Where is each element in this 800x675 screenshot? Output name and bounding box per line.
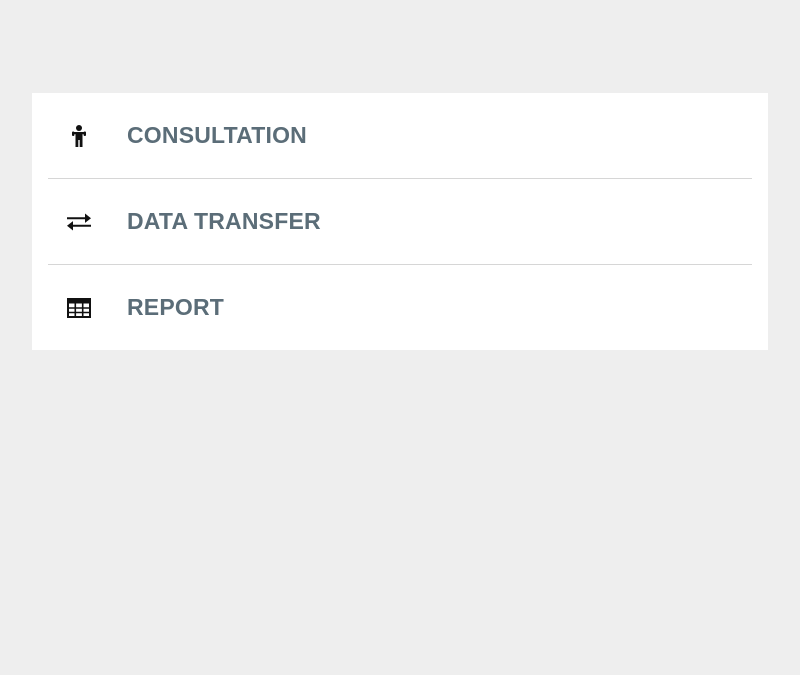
- menu-item-report[interactable]: REPORT: [32, 265, 768, 350]
- menu-item-consultation[interactable]: CONSULTATION: [32, 93, 768, 178]
- menu-item-label: CONSULTATION: [127, 122, 307, 148]
- table-icon: [64, 293, 94, 323]
- person-icon: [64, 121, 94, 151]
- menu-card: CONSULTATION DATA TRANSFER REPORT: [32, 93, 768, 350]
- menu-item-label: DATA TRANSFER: [127, 208, 321, 234]
- menu-item-data-transfer[interactable]: DATA TRANSFER: [32, 179, 768, 264]
- swap-arrows-icon: [64, 207, 94, 237]
- menu-item-label: REPORT: [127, 294, 225, 320]
